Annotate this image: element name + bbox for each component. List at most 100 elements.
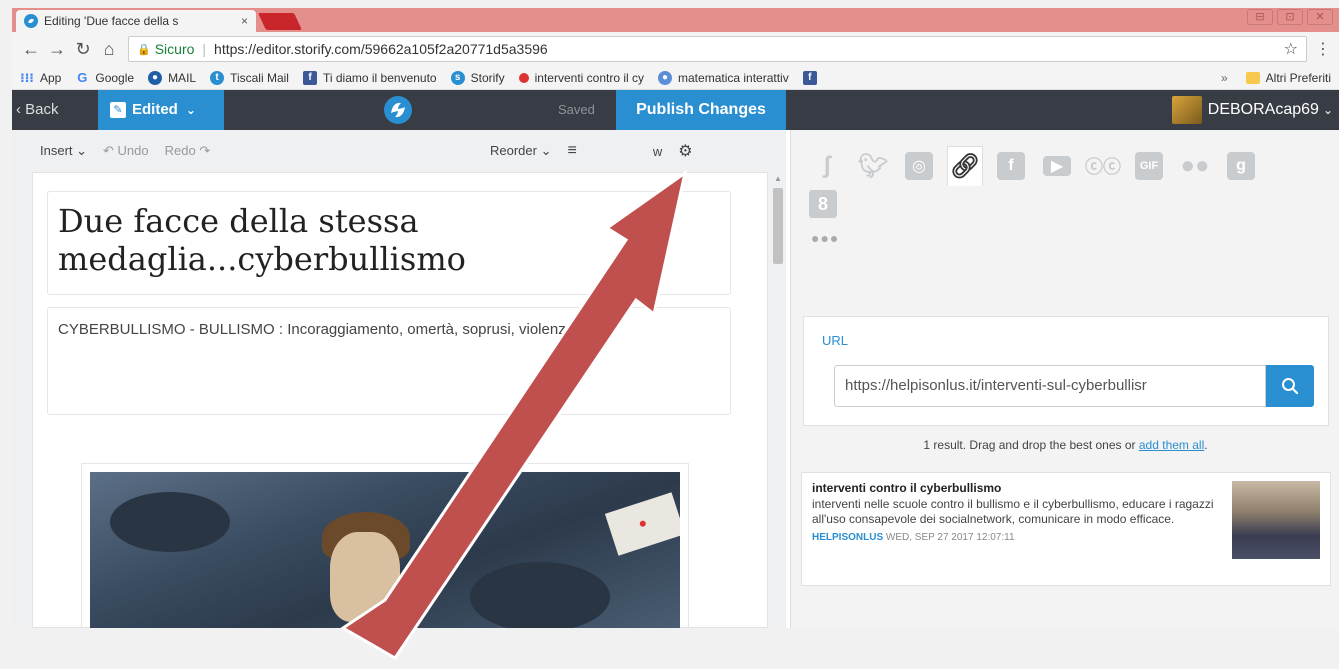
- redo-label: Redo: [164, 143, 196, 158]
- bookmark-facebook[interactable]: f Ti diamo il benvenuto: [302, 70, 437, 85]
- preview-fragment[interactable]: w: [653, 144, 662, 159]
- browser-tab[interactable]: Editing 'Due facce della s ×: [16, 10, 256, 32]
- chevron-down-icon: ⌄: [185, 103, 196, 117]
- url-input[interactable]: https://helpisonlus.it/interventi-sul-cy…: [834, 365, 1266, 407]
- bookmark-mail[interactable]: ● MAIL: [148, 70, 197, 85]
- bookmark-tiscali[interactable]: t Tiscali Mail: [210, 70, 289, 85]
- undo-button[interactable]: ↶ Undo: [103, 143, 149, 159]
- close-window-button[interactable]: ✕: [1307, 9, 1333, 25]
- secure-label: Sicuro: [154, 41, 195, 57]
- bookmark-label: interventi contro il cy: [534, 70, 645, 85]
- bookmarks-overflow-icon[interactable]: »: [1221, 71, 1228, 85]
- toolbar-right: Reorder ⌄ ≡ w ⚙: [490, 130, 709, 172]
- back-button[interactable]: ‹ Back: [12, 90, 96, 130]
- home-icon[interactable]: ⌂: [96, 39, 122, 60]
- story-image-element[interactable]: [81, 463, 689, 628]
- folder-icon: [1245, 71, 1260, 84]
- redo-button[interactable]: Redo ↷: [165, 143, 211, 159]
- scroll-up-icon[interactable]: ▲: [774, 174, 782, 183]
- storify-source-icon[interactable]: ʃ: [809, 149, 845, 183]
- results-text: 1 result. Drag and drop the best ones or: [923, 438, 1136, 452]
- undo-icon: ↶: [103, 143, 118, 158]
- google-plus-icon-2[interactable]: 8: [809, 190, 837, 218]
- search-button[interactable]: [1266, 365, 1314, 407]
- tab-strip: Editing 'Due facce della s × ⊟ ⊡ ✕: [12, 8, 1339, 32]
- bookmark-app[interactable]: ⁝⁝⁝ App: [20, 71, 61, 85]
- publish-changes-button[interactable]: Publish Changes: [616, 90, 786, 130]
- edited-dropdown[interactable]: ✎ Edited ⌄: [98, 90, 224, 130]
- edited-label: Edited: [132, 101, 178, 118]
- undo-label: Undo: [117, 143, 149, 158]
- url-text[interactable]: https://editor.storify.com/59662a105f2a2…: [214, 41, 1284, 57]
- new-tab-button[interactable]: [258, 13, 302, 30]
- story-title[interactable]: Due facce della stessa medaglia...cyberb…: [47, 191, 731, 295]
- editor-scrollbar[interactable]: ▲: [770, 172, 786, 628]
- saved-status: Saved: [558, 102, 595, 117]
- lock-icon: 🔒: [137, 43, 151, 56]
- reorder-menu[interactable]: Reorder ⌄: [490, 143, 551, 159]
- settings-gear-icon[interactable]: ⚙: [678, 141, 692, 161]
- editor-toolbar: Insert ⌄ ↶ Undo Redo ↷ Reorder ⌄ ≡ w ⚙: [12, 130, 786, 172]
- tab-title: Editing 'Due facce della s: [44, 14, 179, 28]
- google-plus-icon[interactable]: g: [1223, 149, 1259, 183]
- facebook-icon[interactable]: f: [993, 149, 1029, 183]
- avatar: [1171, 96, 1202, 124]
- bookmark-star-icon[interactable]: ☆: [1284, 39, 1298, 59]
- bookmark-label: MAIL: [168, 70, 197, 85]
- results-summary: 1 result. Drag and drop the best ones or…: [791, 438, 1339, 452]
- url-label: URL: [822, 333, 849, 348]
- browser-menu-icon[interactable]: ⋮: [1313, 39, 1333, 59]
- app-header: ‹ Back ✎ Edited ⌄ Saved Publish Changes DE…: [12, 90, 1339, 130]
- minimize-button[interactable]: ⊟: [1247, 9, 1273, 25]
- storify-favicon-icon: [24, 14, 38, 28]
- list-view-icon[interactable]: ≡: [567, 142, 576, 160]
- link-icon[interactable]: 🔗︎: [947, 146, 983, 186]
- bookmark-matematica[interactable]: ● matematica interattiv: [658, 70, 789, 85]
- other-bookmarks[interactable]: Altri Preferiti: [1266, 71, 1331, 85]
- separator: |: [202, 41, 207, 57]
- tiscali-icon: t: [210, 70, 225, 85]
- forward-arrow-icon[interactable]: →: [44, 39, 70, 60]
- instagram-icon[interactable]: ◎: [901, 149, 937, 183]
- story-editor: Insert ⌄ ↶ Undo Redo ↷ Reorder ⌄ ≡ w ⚙ D…: [12, 130, 786, 628]
- bookmark-label: Google: [95, 70, 135, 85]
- bookmark-storify[interactable]: s Storify: [450, 70, 505, 85]
- username: DEBORAcap69: [1207, 101, 1319, 118]
- source-tabs: ʃ 🐦︎ ◎ 🔗︎ f ▶ ⓒⓒ GIF ●● g: [809, 146, 1309, 186]
- story-description[interactable]: CYBERBULLISMO - BULLISMO : Incoraggiamen…: [47, 307, 731, 415]
- insert-menu[interactable]: Insert ⌄: [40, 143, 87, 159]
- creative-commons-icon[interactable]: ⓒⓒ: [1085, 149, 1121, 183]
- address-row: ← → ↻ ⌂ 🔒 Sicuro | https://editor.storif…: [12, 32, 1339, 66]
- twitter-icon[interactable]: 🐦︎: [855, 149, 891, 183]
- facebook-icon: f: [802, 70, 817, 85]
- tab-close-icon[interactable]: ×: [241, 14, 248, 28]
- youtube-icon[interactable]: ▶: [1039, 149, 1075, 183]
- add-them-all-link[interactable]: add them all: [1139, 438, 1204, 452]
- more-sources-icon[interactable]: ●●●: [811, 230, 839, 246]
- bookmark-icon: [518, 72, 529, 83]
- user-menu[interactable]: DEBORAcap69 ⌄: [1171, 90, 1333, 130]
- story-canvas: Due facce della stessa medaglia...cyberb…: [32, 172, 768, 628]
- gif-icon[interactable]: GIF: [1131, 149, 1167, 183]
- bookmark-label: App: [40, 70, 62, 85]
- flickr-icon[interactable]: ●●: [1177, 149, 1213, 183]
- bookmark-facebook-2[interactable]: f: [802, 70, 823, 85]
- sources-panel: ʃ 🐦︎ ◎ 🔗︎ f ▶ ⓒⓒ GIF ●● g 8 ●●● URL http…: [790, 130, 1339, 628]
- reload-icon[interactable]: ↻: [70, 39, 96, 60]
- result-thumbnail: [1232, 481, 1320, 559]
- scrollbar-thumb[interactable]: [773, 188, 783, 264]
- search-icon: [1282, 378, 1299, 395]
- browser-window: Editing 'Due facce della s × ⊟ ⊡ ✕ ← → ↻…: [12, 8, 1339, 628]
- back-arrow-icon[interactable]: ←: [18, 39, 44, 60]
- google-icon: G: [77, 69, 88, 85]
- result-description: interventi nelle scuole contro il bullis…: [812, 497, 1214, 526]
- maximize-button[interactable]: ⊡: [1277, 9, 1303, 25]
- result-source[interactable]: HELPISONLUS: [812, 532, 883, 543]
- bookmark-interventi[interactable]: interventi contro il cy: [518, 70, 645, 85]
- bookmark-google[interactable]: G Google: [75, 69, 135, 85]
- address-bar[interactable]: 🔒 Sicuro | https://editor.storify.com/59…: [128, 36, 1307, 62]
- result-card[interactable]: interventi contro il cyberbullismo inter…: [801, 472, 1331, 586]
- storify-logo-icon: [384, 96, 412, 124]
- bookmark-label: Tiscali Mail: [230, 70, 289, 85]
- story-image: [90, 472, 680, 628]
